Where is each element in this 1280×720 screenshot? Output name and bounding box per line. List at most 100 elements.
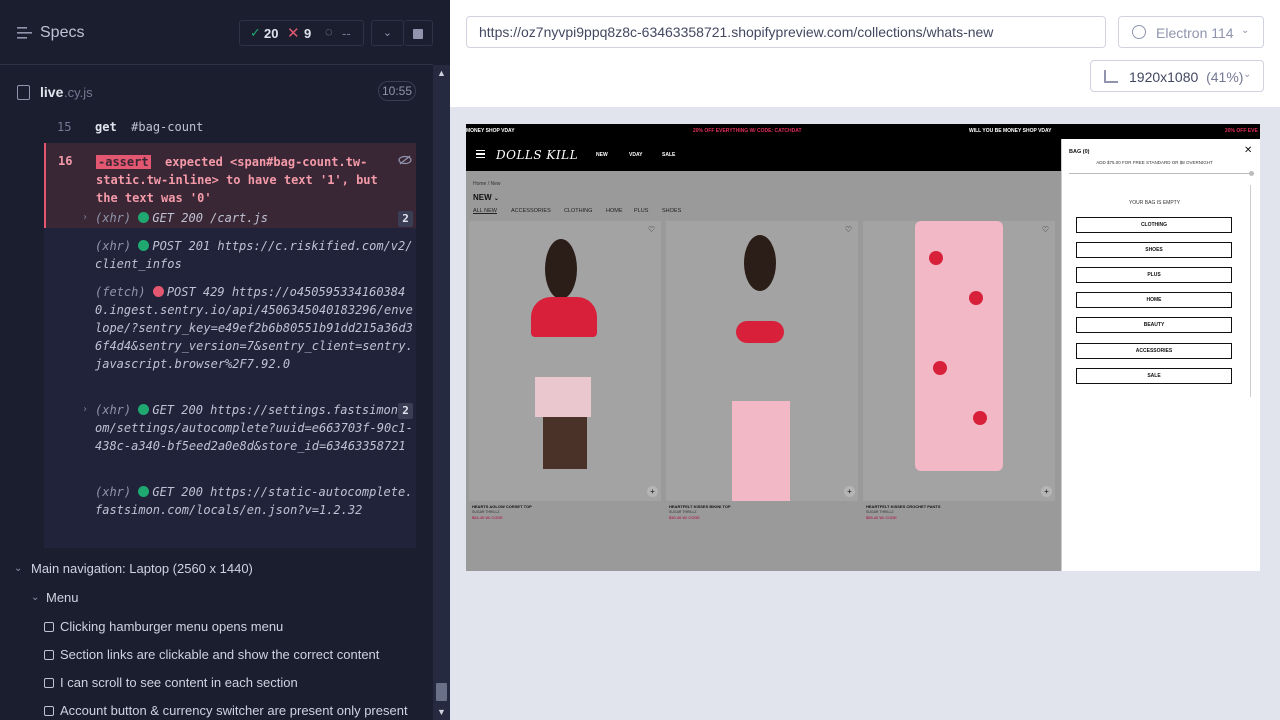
assertion-message: -assert expected <span#bag-count.tw-stat… xyxy=(96,153,392,207)
page-title[interactable]: NEW ⌄ xyxy=(473,193,499,202)
product-image[interactable] xyxy=(666,221,858,501)
heart-motif xyxy=(929,251,943,265)
specs-header: Specs ✓ 20 ✕ 9 ◌ -- ⌄ xyxy=(0,0,433,65)
log-entry-xhr[interactable]: (xhr) POST 201 https://c.riskified.com/v… xyxy=(95,237,415,273)
product-brand: SUGAR THRILLZ xyxy=(669,510,697,514)
model-skirt xyxy=(535,377,591,417)
scroll-down-arrow-icon[interactable]: ▼ xyxy=(437,707,446,717)
filter-tab-all-new[interactable]: ALL NEW xyxy=(473,208,497,214)
promo-text: WILL YOU BE MONEY SHOP VDAY xyxy=(969,128,1052,134)
url-bar[interactable]: https://oz7nyvpi9ppq8z8c-63463358721.sho… xyxy=(466,16,1106,48)
wishlist-heart-icon[interactable]: ♡ xyxy=(648,225,655,234)
bag-category-plus[interactable]: PLUS xyxy=(1076,267,1232,283)
product-card[interactable]: ♡ + HEARTFELT KISSES CROCHET PANTS SUGAR… xyxy=(863,221,1055,520)
viewport-selector[interactable]: 1920x1080 (41%) ⌄ xyxy=(1090,60,1264,92)
scrollbar-thumb[interactable] xyxy=(436,683,447,701)
log-entry-xhr[interactable]: (xhr) GET 200 https://settings.fastsimon… xyxy=(95,401,415,455)
viewport-info: 1920x1080 (41%) xyxy=(1129,69,1243,85)
collapse-all-button[interactable]: ⌄ xyxy=(371,20,404,46)
browser-selector[interactable]: Electron 114 ⌄ xyxy=(1118,16,1264,48)
bag-scrollbar[interactable] xyxy=(1250,185,1251,397)
app-under-test-panel: https://oz7nyvpi9ppq8z8c-63463358721.sho… xyxy=(450,0,1280,720)
aut-toolbar: https://oz7nyvpi9ppq8z8c-63463358721.sho… xyxy=(450,0,1280,107)
quick-add-button[interactable]: + xyxy=(1041,486,1052,497)
filter-tab-home[interactable]: HOME xyxy=(606,208,623,214)
quick-add-button[interactable]: + xyxy=(647,486,658,497)
product-card[interactable]: ♡ + HEARTFELT KISSES BIKINI TOP SUGAR TH… xyxy=(666,221,858,520)
bag-drawer: BAG (0) ✕ ADD $75.00 FOR FREE STANDARD O… xyxy=(1061,139,1260,571)
status-dot-green xyxy=(138,240,150,251)
spec-file-name[interactable]: live xyxy=(40,84,63,100)
bag-category-beauty[interactable]: BEAUTY xyxy=(1076,317,1232,333)
progress-knob xyxy=(1249,171,1254,176)
wishlist-heart-icon[interactable]: ♡ xyxy=(845,225,852,234)
bag-category-shoes[interactable]: SHOES xyxy=(1076,242,1232,258)
bag-category-home[interactable]: HOME xyxy=(1076,292,1232,308)
filter-tab-accessories[interactable]: ACCESSORIES xyxy=(511,208,551,214)
model-hair xyxy=(744,235,776,291)
electron-icon xyxy=(1132,25,1146,39)
filter-tab-shoes[interactable]: SHOES xyxy=(662,208,681,214)
nav-link-new[interactable]: NEW xyxy=(596,152,608,158)
product-image[interactable] xyxy=(863,221,1055,501)
log-entry-xhr[interactable]: (xhr) GET 200 /cart.js xyxy=(95,209,415,227)
test-row[interactable]: Section links are clickable and show the… xyxy=(0,642,433,670)
nav-link-vday[interactable]: VDAY xyxy=(629,152,642,158)
product-name[interactable]: HEARTFELT KISSES BIKINI TOP xyxy=(669,504,731,509)
log-entry-kind: (xhr) xyxy=(95,211,132,225)
filter-tab-plus[interactable]: PLUS xyxy=(634,208,648,214)
test-row[interactable]: Clicking hamburger menu opens menu xyxy=(0,614,433,642)
product-price: $54.40 W/ CODE xyxy=(472,515,503,520)
specs-button-label[interactable]: Specs xyxy=(40,24,84,42)
chevron-down-icon: ⌄ xyxy=(31,592,40,603)
status-dot-green xyxy=(138,212,150,223)
command-log: 15 get #bag-count 16 -assert expected <s… xyxy=(0,118,433,548)
nav-link-sale[interactable]: SALE xyxy=(662,152,675,158)
test-stats: ✓ 20 ✕ 9 ◌ -- xyxy=(239,20,364,46)
specs-list-icon[interactable] xyxy=(17,26,32,40)
heart-motif xyxy=(969,291,983,305)
expand-caret-icon[interactable]: › xyxy=(82,404,88,415)
filter-tab-clothing[interactable]: CLOTHING xyxy=(564,208,592,214)
wishlist-heart-icon[interactable]: ♡ xyxy=(1042,225,1049,234)
subsuite-row[interactable]: ⌄ Menu xyxy=(0,585,433,613)
count-badge: 2 xyxy=(398,211,413,227)
test-row[interactable]: I can scroll to see content in each sect… xyxy=(0,670,433,698)
stop-button[interactable] xyxy=(404,20,433,46)
assert-tag: -assert xyxy=(96,155,151,169)
log-entry-xhr[interactable]: (xhr) GET 200 https://static-autocomplet… xyxy=(95,483,415,519)
log-entry-fetch[interactable]: (fetch) POST 429 https://o45059533416038… xyxy=(95,283,415,373)
passed-count: 20 xyxy=(264,26,279,41)
spec-file-row: live .cy.js 10:55 xyxy=(0,66,433,118)
command-get[interactable]: get #bag-count xyxy=(95,120,203,134)
breadcrumb[interactable]: Home / New xyxy=(473,181,501,187)
site-logo[interactable]: DOLLS KILL xyxy=(496,148,578,162)
run-duration-badge: 10:55 xyxy=(378,81,416,101)
expand-caret-icon[interactable]: › xyxy=(82,212,88,223)
promo-bar: MONEY SHOP VDAY 20% OFF EVERYTHING W/ CO… xyxy=(466,124,1260,138)
bag-category-accessories[interactable]: ACCESSORIES xyxy=(1076,343,1232,359)
log-scrollbar[interactable]: ▲ ▼ xyxy=(433,65,450,720)
scroll-up-arrow-icon[interactable]: ▲ xyxy=(437,68,446,78)
suite-row[interactable]: ⌄ Main navigation: Laptop (2560 x 1440) xyxy=(0,556,433,584)
browser-name: Electron 114 xyxy=(1156,25,1234,41)
test-title: I can scroll to see content in each sect… xyxy=(60,675,298,690)
collection-page: Home / New NEW ⌄ ALL NEW ACCESSORIES CLO… xyxy=(466,171,1061,571)
app-preview[interactable]: MONEY SHOP VDAY 20% OFF EVERYTHING W/ CO… xyxy=(466,124,1260,571)
product-brand: SUGAR THRILLZ xyxy=(866,510,894,514)
product-name[interactable]: HEARTS AGLOW CORSET TOP xyxy=(472,504,532,509)
product-name[interactable]: HEARTFELT KISSES CROCHET PANTS xyxy=(866,504,941,509)
bag-category-clothing[interactable]: CLOTHING xyxy=(1076,217,1232,233)
product-brand: SUGAR THRILLZ xyxy=(472,510,500,514)
bag-category-sale[interactable]: SALE xyxy=(1076,368,1232,384)
spec-file-ext: .cy.js xyxy=(64,85,93,100)
eye-slash-icon[interactable] xyxy=(398,155,412,165)
quick-add-button[interactable]: + xyxy=(844,486,855,497)
close-icon[interactable]: ✕ xyxy=(1244,145,1252,156)
test-status-icon xyxy=(44,706,54,716)
pending-spinner-icon: ◌ xyxy=(325,24,333,39)
test-row[interactable]: Account button & currency switcher are p… xyxy=(0,698,433,720)
product-card[interactable]: ♡ + HEARTS AGLOW CORSET TOP SUGAR THRILL… xyxy=(469,221,661,520)
hamburger-menu-icon[interactable] xyxy=(476,150,485,158)
product-image[interactable] xyxy=(469,221,661,501)
